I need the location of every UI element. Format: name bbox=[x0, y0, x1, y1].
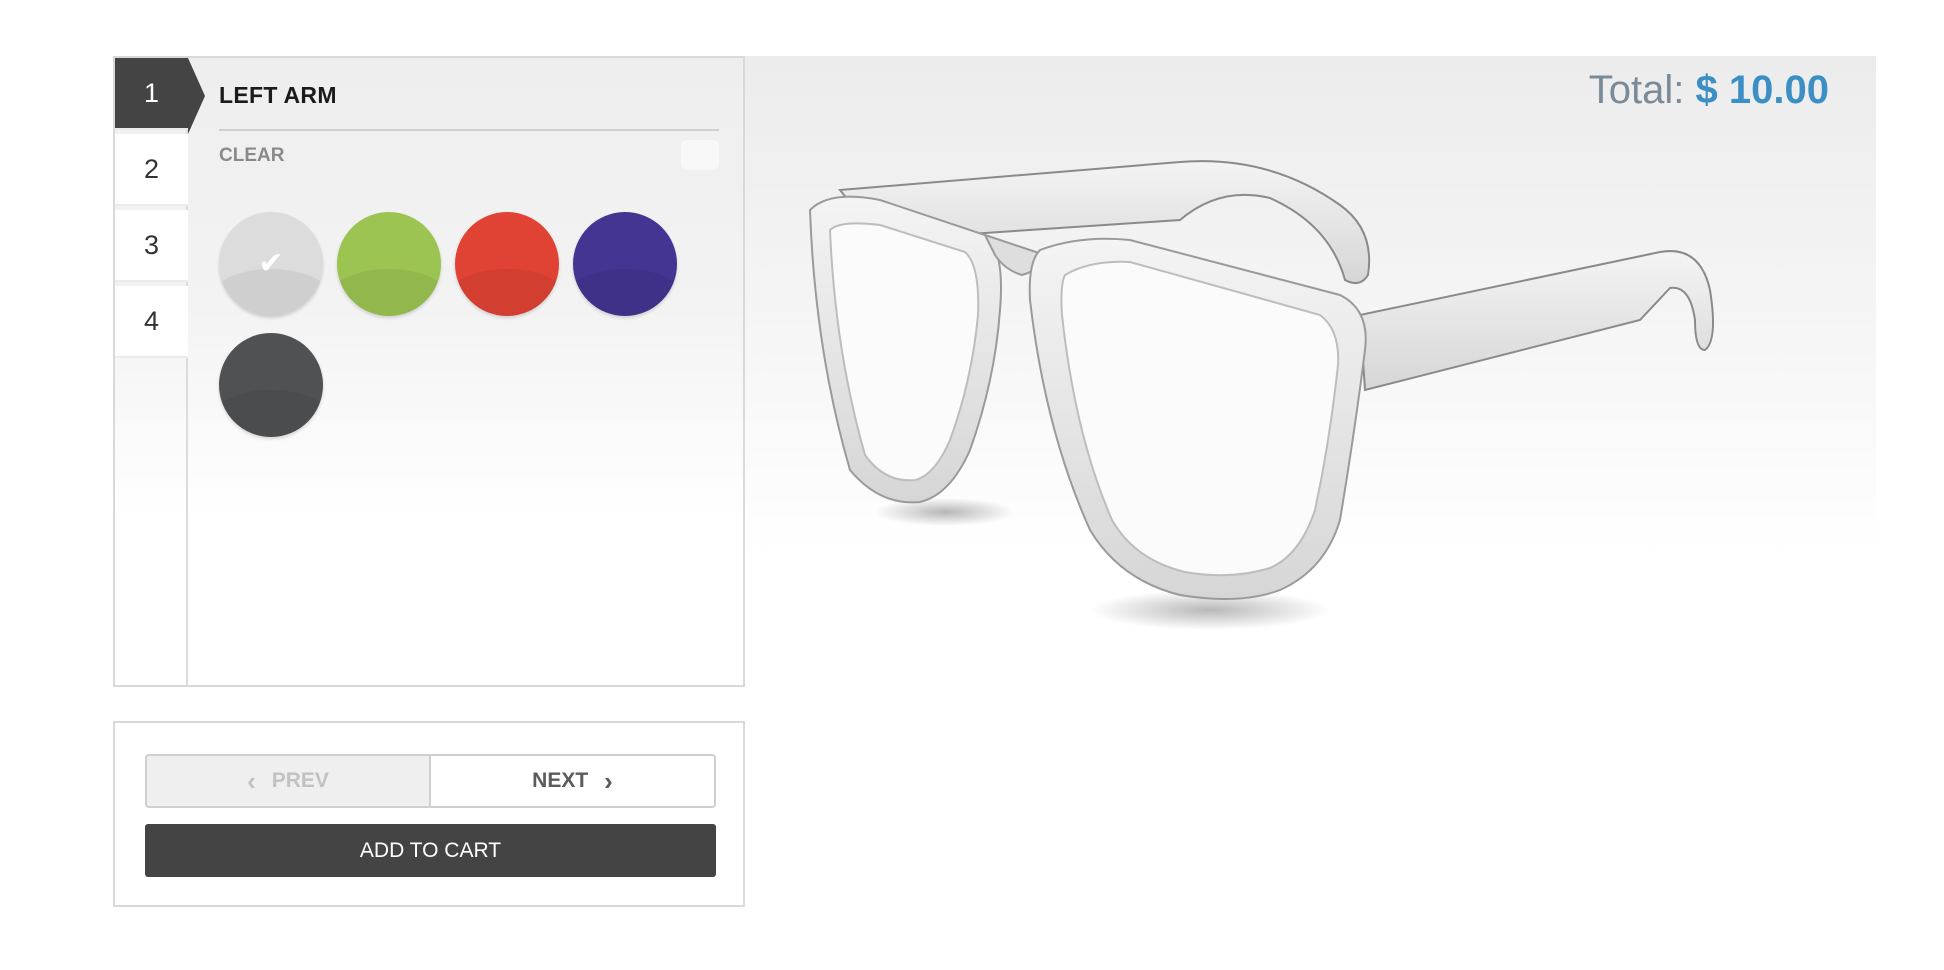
swatch-white[interactable]: ✔ bbox=[219, 212, 323, 316]
step-2-tab[interactable]: 2 bbox=[115, 134, 188, 206]
swatch-purple[interactable] bbox=[573, 212, 677, 316]
step-1-label: 1 bbox=[143, 77, 160, 108]
prev-button[interactable]: ‹ PREV bbox=[145, 754, 431, 808]
total-label: Total: bbox=[1588, 68, 1685, 112]
step-2-label: 2 bbox=[143, 153, 160, 184]
step-3-label: 3 bbox=[143, 229, 160, 260]
configurator-panel: 1 2 3 4 LEFT ARM CLEAR ✔ bbox=[113, 56, 745, 687]
step-4-label: 4 bbox=[143, 305, 160, 336]
step-3-tab[interactable]: 3 bbox=[115, 210, 188, 282]
clear-swatch-preview bbox=[681, 140, 719, 170]
check-icon: ✔ bbox=[258, 247, 284, 280]
chevron-left-icon: ‹ bbox=[247, 766, 256, 796]
step-list: 1 2 3 4 bbox=[115, 58, 205, 685]
step-1-tab[interactable]: 1 bbox=[115, 58, 205, 134]
next-label: NEXT bbox=[532, 769, 589, 792]
title-divider bbox=[219, 129, 719, 131]
part-title: LEFT ARM bbox=[219, 82, 337, 108]
total-price: Total: $ 10.00 bbox=[1589, 68, 1829, 113]
swatch-dark-gray[interactable] bbox=[219, 333, 323, 437]
add-to-cart-button[interactable]: ADD TO CART bbox=[145, 824, 716, 877]
step-4-tab[interactable]: 4 bbox=[115, 286, 188, 358]
total-amount: $ 10.00 bbox=[1695, 68, 1829, 112]
glasses-preview-image bbox=[808, 160, 1714, 630]
swatch-red[interactable] bbox=[455, 212, 559, 316]
next-button[interactable]: NEXT › bbox=[429, 754, 716, 808]
clear-button[interactable]: CLEAR bbox=[219, 145, 284, 167]
swatch-green[interactable] bbox=[337, 212, 441, 316]
navigation-box: ‹ PREV NEXT › ADD TO CART bbox=[113, 721, 745, 907]
prev-label: PREV bbox=[271, 769, 329, 792]
chevron-right-icon: › bbox=[604, 766, 613, 796]
